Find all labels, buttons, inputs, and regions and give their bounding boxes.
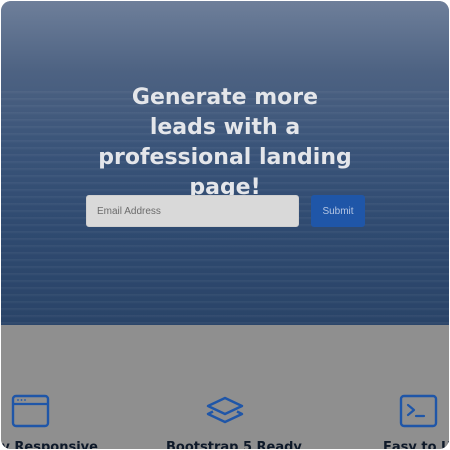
page-frame: Generate more leads with a professional … [1,1,449,449]
layers-icon [206,396,244,424]
window-icon [11,394,50,428]
feature-label: Easy to Use [383,440,449,449]
features-section: Fully Responsive Bootstrap 5 Ready Easy … [1,325,449,449]
hero-title: Generate more leads with a professional … [98,85,352,200]
email-field[interactable] [86,195,299,227]
feature-label: Fully Responsive [1,440,98,449]
hero-section: Generate more leads with a professional … [1,1,449,325]
feature-bootstrap: Bootstrap 5 Ready [151,325,302,449]
feature-responsive: Fully Responsive [1,325,99,449]
submit-button[interactable]: Submit [311,195,365,227]
feature-easy: Easy to Use [371,325,449,449]
terminal-icon [399,394,438,428]
feature-label: Bootstrap 5 Ready [166,440,302,449]
